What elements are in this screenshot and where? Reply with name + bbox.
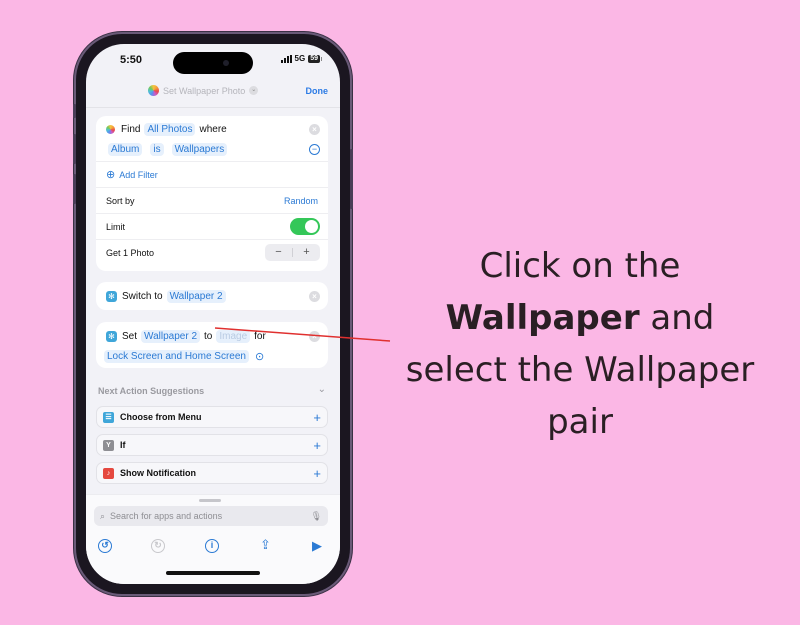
phone-frame: 5:50 5G 59 Set Wallpaper Photo ⌄ Done Fi…	[73, 34, 353, 594]
info-icon[interactable]: i	[205, 539, 219, 553]
increment-button[interactable]: +	[293, 244, 320, 261]
filter-value-token[interactable]: Wallpapers	[171, 143, 228, 156]
power-button	[350, 149, 353, 209]
network-label: 5G	[294, 54, 306, 63]
instruction-line-4: pair	[547, 402, 613, 442]
suggestion-label: Choose from Menu	[120, 412, 202, 422]
limit-label: Limit	[106, 221, 126, 232]
instruction-line-2-rest: and	[639, 298, 715, 338]
limit-row: Limit	[96, 213, 328, 239]
remove-filter-icon[interactable]: −	[309, 144, 320, 155]
instruction-text: Click on the Wallpaper and select the Wa…	[380, 240, 780, 448]
for-label: for	[254, 330, 266, 342]
add-filter-label: Add Filter	[119, 169, 158, 180]
find-verb: Find	[121, 123, 141, 135]
filter-operator-token[interactable]: is	[150, 143, 164, 156]
phone-screen: 5:50 5G 59 Set Wallpaper Photo ⌄ Done Fi…	[86, 44, 340, 584]
get-count-label: Get 1 Photo	[106, 247, 155, 258]
photos-icon	[106, 124, 115, 134]
instruction-bold: Wallpaper	[445, 298, 640, 338]
count-stepper: − +	[265, 244, 320, 261]
find-row: Find All Photos where ×	[96, 116, 328, 138]
editor-toolbar: ↺ ↻ i ⇪ ▶	[86, 537, 340, 559]
suggestions-title: Next Action Suggestions	[98, 386, 205, 396]
plus-circle-icon: ⊕	[106, 169, 116, 181]
decrement-button[interactable]: −	[265, 244, 292, 261]
add-filter-row[interactable]: ⊕ Add Filter	[96, 161, 328, 187]
suggestion-item[interactable]: ♪ Show Notification +	[96, 462, 328, 484]
where-label: where	[199, 123, 227, 135]
switch-wallpaper-token[interactable]: Wallpaper 2	[166, 289, 226, 303]
play-icon[interactable]: ▶	[312, 538, 322, 554]
volume-up-button	[73, 134, 76, 164]
microphone-icon[interactable]: 🎙	[311, 511, 322, 522]
battery-icon: 59	[308, 54, 322, 63]
set-wallpaper-action: ✻ Set Wallpaper 2 to Image for × Lock Sc…	[96, 322, 328, 368]
search-input[interactable]: ⌕ Search for apps and actions 🎙	[94, 506, 328, 526]
to-label: to	[204, 330, 213, 342]
signal-icon	[280, 54, 292, 63]
add-icon[interactable]: +	[313, 438, 321, 453]
home-indicator	[166, 571, 260, 575]
branch-icon: Y	[103, 439, 114, 451]
wallpaper-action-icon: ✻	[106, 290, 117, 302]
chevron-down-icon: ⌄	[249, 86, 259, 95]
photos-icon	[148, 85, 159, 96]
add-icon[interactable]: +	[313, 466, 321, 481]
sheet-grabber[interactable]	[199, 499, 221, 502]
action-button	[73, 104, 76, 118]
filter-field-token[interactable]: Album	[108, 143, 143, 156]
limit-toggle[interactable]	[290, 218, 320, 235]
get-count-row: Get 1 Photo − +	[96, 239, 328, 265]
instruction-line-2: Wallpaper and	[380, 292, 780, 344]
suggestion-label: Show Notification	[120, 468, 196, 478]
dynamic-island	[173, 52, 253, 74]
done-button[interactable]: Done	[306, 86, 329, 96]
source-token[interactable]: All Photos	[144, 122, 196, 136]
add-icon[interactable]: +	[313, 410, 321, 425]
switch-verb: Switch to	[122, 290, 163, 302]
shortcut-header: Set Wallpaper Photo ⌄ Done	[86, 78, 340, 108]
redo-icon[interactable]: ↻	[151, 539, 165, 553]
search-icon: ⌕	[100, 510, 106, 521]
expand-options-icon[interactable]: ⊙	[255, 350, 264, 363]
sort-by-value[interactable]: Random	[284, 196, 318, 206]
sort-by-label: Sort by	[106, 195, 135, 206]
volume-down-button	[73, 174, 76, 204]
share-icon[interactable]: ⇪	[260, 537, 271, 553]
suggestion-label: If	[120, 440, 126, 450]
undo-icon[interactable]: ↺	[98, 539, 112, 553]
instruction-line-1: Click on the	[479, 246, 681, 286]
set-verb: Set	[122, 330, 138, 342]
target-screen-token[interactable]: Lock Screen and Home Screen	[104, 349, 249, 363]
search-placeholder: Search for apps and actions	[110, 511, 223, 521]
sort-by-row: Sort by Random	[96, 187, 328, 213]
suggestion-item[interactable]: Y If +	[96, 434, 328, 456]
shortcut-title: Set Wallpaper Photo	[163, 85, 246, 96]
wallpaper-action-icon: ✻	[106, 330, 117, 342]
collapse-suggestions-icon[interactable]: ⌄	[318, 384, 326, 395]
switch-wallpaper-action: ✻ Switch to Wallpaper 2 ×	[96, 282, 328, 310]
remove-action-button[interactable]: ×	[309, 330, 320, 342]
image-placeholder-token[interactable]: Image	[216, 329, 251, 343]
filter-row: Album is Wallpapers −	[96, 138, 328, 161]
shortcut-title-menu[interactable]: Set Wallpaper Photo ⌄	[148, 85, 259, 96]
menu-icon: ☰	[103, 411, 114, 423]
remove-action-button[interactable]: ×	[309, 123, 320, 135]
status-time: 5:50	[120, 54, 143, 66]
bell-icon: ♪	[103, 467, 114, 479]
suggestion-item[interactable]: ☰ Choose from Menu +	[96, 406, 328, 428]
set-wallpaper-token[interactable]: Wallpaper 2	[141, 329, 201, 343]
instruction-line-3: select the Wallpaper	[405, 350, 755, 390]
status-indicators: 5G 59	[280, 54, 322, 63]
find-photos-action: Find All Photos where × Album is Wallpap…	[96, 116, 328, 271]
remove-action-button[interactable]: ×	[309, 290, 320, 302]
